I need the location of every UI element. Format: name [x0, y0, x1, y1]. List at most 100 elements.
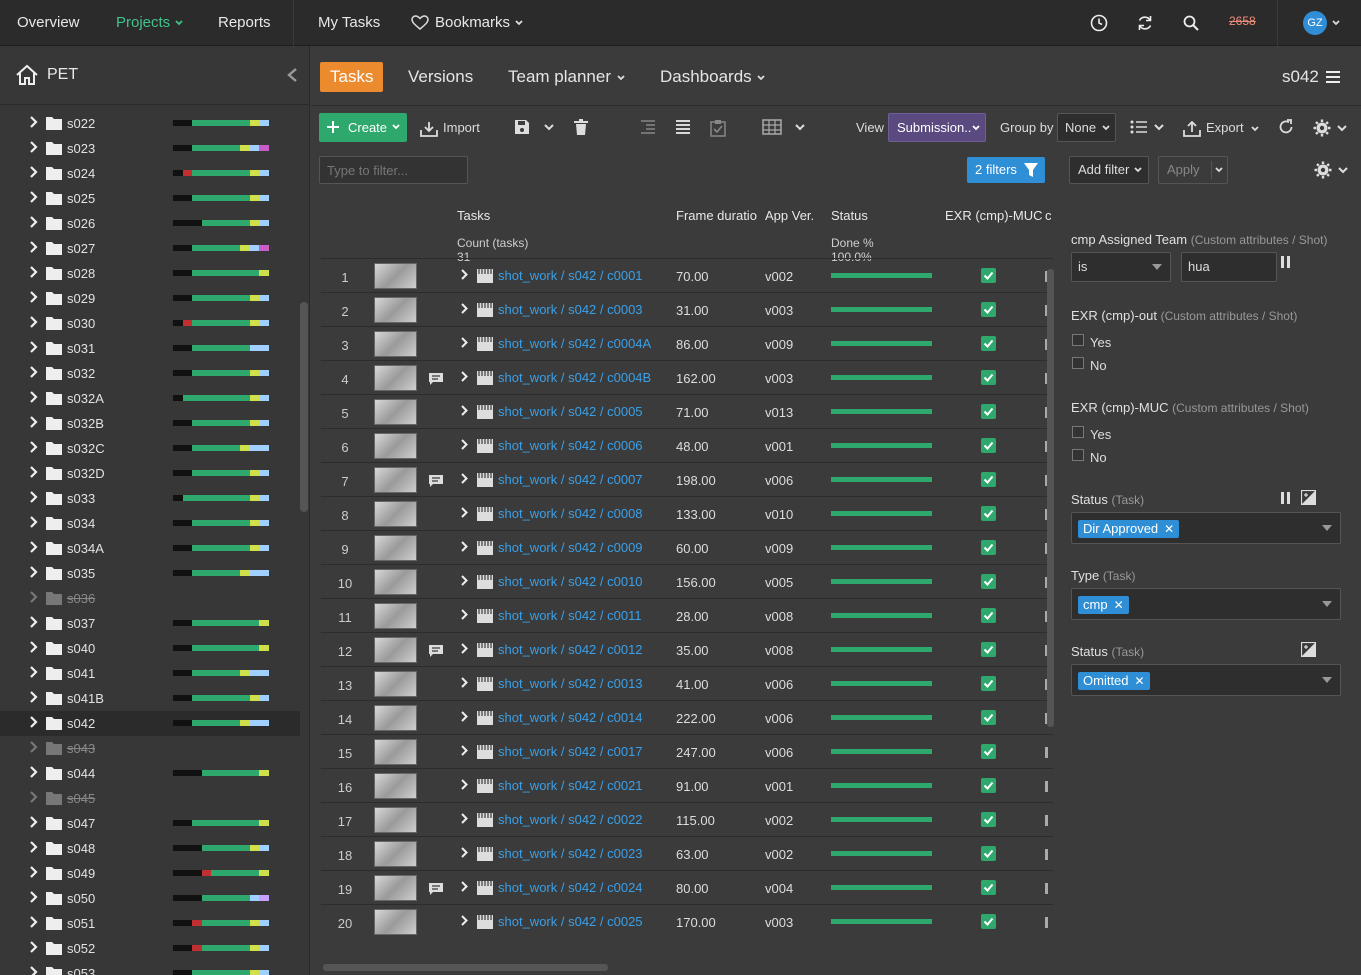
gear-icon[interactable]	[1313, 119, 1331, 137]
pause-icon[interactable]	[1281, 492, 1291, 504]
table-row[interactable]: 19 shot_work / s042 / c0024 80.00 v004	[321, 870, 1053, 904]
chevron-right-icon[interactable]	[460, 880, 469, 893]
table-horizontal-scrollbar[interactable]	[323, 964, 608, 971]
pause-icon[interactable]	[1281, 256, 1291, 268]
notification-badge[interactable]: 2658	[1227, 13, 1258, 29]
sidebar-item-s037[interactable]: s037	[0, 611, 300, 636]
sidebar-item-s032d[interactable]: s032D	[0, 461, 300, 486]
trash-icon[interactable]	[574, 119, 588, 135]
sidebar-item-s048[interactable]: s048	[0, 836, 300, 861]
close-icon[interactable]: ✕	[1164, 522, 1174, 536]
chevron-right-icon[interactable]	[29, 165, 39, 179]
task-name-link[interactable]: shot_work / s042 / c0003	[498, 302, 643, 317]
chevron-right-icon[interactable]	[460, 710, 469, 723]
chevron-right-icon[interactable]	[29, 665, 39, 679]
chevron-right-icon[interactable]	[29, 640, 39, 654]
chevron-right-icon[interactable]	[29, 690, 39, 704]
sidebar-item-s024[interactable]: s024	[0, 161, 300, 186]
sidebar-item-s034[interactable]: s034	[0, 511, 300, 536]
sidebar-item-s044[interactable]: s044	[0, 761, 300, 786]
shot-thumbnail[interactable]	[374, 705, 417, 731]
sidebar-item-s051[interactable]: s051	[0, 911, 300, 936]
shot-thumbnail[interactable]	[374, 399, 417, 425]
chevron-right-icon[interactable]	[29, 865, 39, 879]
task-name-link[interactable]: shot_work / s042 / c0004B	[498, 370, 651, 385]
list-options-icon[interactable]	[1130, 119, 1148, 135]
shot-thumbnail[interactable]	[374, 841, 417, 867]
table-row[interactable]: 16 shot_work / s042 / c0021 91.00 v001	[321, 768, 1053, 802]
sidebar-item-s023[interactable]: s023	[0, 136, 300, 161]
collapse-icon[interactable]	[286, 67, 298, 83]
table-row[interactable]: 8 shot_work / s042 / c0008 133.00 v010	[321, 496, 1053, 530]
checkbox-checked-icon[interactable]	[981, 574, 996, 589]
create-button[interactable]: Create	[319, 113, 407, 142]
table-row[interactable]: 17 shot_work / s042 / c0022 115.00 v002	[321, 802, 1053, 836]
chevron-down-icon[interactable]	[794, 122, 806, 132]
task-name-link[interactable]: shot_work / s042 / c0014	[498, 710, 643, 725]
chevron-down-icon[interactable]	[1153, 122, 1165, 132]
column-header-frame-duration[interactable]: Frame duratio	[676, 208, 760, 223]
chevron-right-icon[interactable]	[29, 840, 39, 854]
chevron-down-icon[interactable]	[1337, 165, 1349, 175]
checkbox-checked-icon[interactable]	[981, 472, 996, 487]
shot-thumbnail[interactable]	[374, 875, 417, 901]
comment-icon[interactable]	[428, 644, 444, 658]
user-avatar[interactable]: GZ	[1303, 11, 1327, 35]
chevron-right-icon[interactable]	[460, 540, 469, 553]
checkbox-checked-icon[interactable]	[981, 710, 996, 725]
sidebar-item-s032a[interactable]: s032A	[0, 386, 300, 411]
chevron-right-icon[interactable]	[460, 574, 469, 587]
shot-thumbnail[interactable]	[374, 501, 417, 527]
chevron-right-icon[interactable]	[29, 915, 39, 929]
chevron-right-icon[interactable]	[460, 336, 469, 349]
sidebar-item-s045[interactable]: s045	[0, 786, 300, 811]
chevron-right-icon[interactable]	[460, 778, 469, 791]
checkbox-checked-icon[interactable]	[981, 846, 996, 861]
filter-status-select[interactable]: Dir Approved ✕	[1071, 512, 1341, 544]
chevron-down-icon[interactable]	[1336, 123, 1348, 133]
chevron-right-icon[interactable]	[460, 608, 469, 621]
chevron-right-icon[interactable]	[460, 438, 469, 451]
shot-thumbnail[interactable]	[374, 569, 417, 595]
chevron-right-icon[interactable]	[29, 615, 39, 629]
nav-projects[interactable]: Projects	[116, 0, 184, 46]
table-row[interactable]: 4 shot_work / s042 / c0004B 162.00 v003	[321, 360, 1053, 394]
tab-tasks[interactable]: Tasks	[320, 62, 384, 92]
task-name-link[interactable]: shot_work / s042 / c0006	[498, 438, 643, 453]
import-button[interactable]: Import	[420, 113, 480, 142]
chevron-right-icon[interactable]	[29, 765, 39, 779]
chevron-right-icon[interactable]	[29, 265, 39, 279]
filter-assigned-team-value[interactable]: hua	[1181, 252, 1277, 282]
column-header-app-version[interactable]: App Ver.	[765, 208, 814, 223]
home-icon[interactable]	[15, 64, 39, 86]
sidebar-item-s028[interactable]: s028	[0, 261, 300, 286]
task-name-link[interactable]: shot_work / s042 / c0025	[498, 914, 643, 929]
table-row[interactable]: 18 shot_work / s042 / c0023 63.00 v002	[321, 836, 1053, 870]
chevron-right-icon[interactable]	[29, 540, 39, 554]
close-icon[interactable]: ✕	[1114, 598, 1124, 612]
search-icon[interactable]	[1182, 14, 1200, 32]
invert-icon[interactable]	[1301, 642, 1316, 657]
checkbox-checked-icon[interactable]	[981, 608, 996, 623]
task-name-link[interactable]: shot_work / s042 / c0005	[498, 404, 643, 419]
sidebar-item-s035[interactable]: s035	[0, 561, 300, 586]
list-view-icon[interactable]	[675, 119, 691, 135]
chevron-right-icon[interactable]	[29, 415, 39, 429]
shot-thumbnail[interactable]	[374, 909, 417, 935]
chevron-right-icon[interactable]	[460, 302, 469, 315]
table-row[interactable]: 20 shot_work / s042 / c0025 170.00 v003	[321, 904, 1053, 938]
checkbox-checked-icon[interactable]	[981, 438, 996, 453]
chevron-right-icon[interactable]	[460, 914, 469, 927]
chevron-right-icon[interactable]	[29, 140, 39, 154]
table-row[interactable]: 13 shot_work / s042 / c0013 41.00 v006	[321, 666, 1053, 700]
add-filter-button[interactable]: Add filter	[1069, 156, 1149, 184]
chevron-right-icon[interactable]	[29, 190, 39, 204]
chevron-right-icon[interactable]	[29, 565, 39, 579]
table-row[interactable]: 3 shot_work / s042 / c0004A 86.00 v009	[321, 326, 1053, 360]
chevron-right-icon[interactable]	[29, 490, 39, 504]
grid-icon[interactable]	[762, 119, 782, 135]
shot-thumbnail[interactable]	[374, 773, 417, 799]
view-select[interactable]: Submission..	[888, 113, 986, 142]
chevron-right-icon[interactable]	[29, 940, 39, 954]
gear-icon[interactable]	[1314, 161, 1332, 179]
